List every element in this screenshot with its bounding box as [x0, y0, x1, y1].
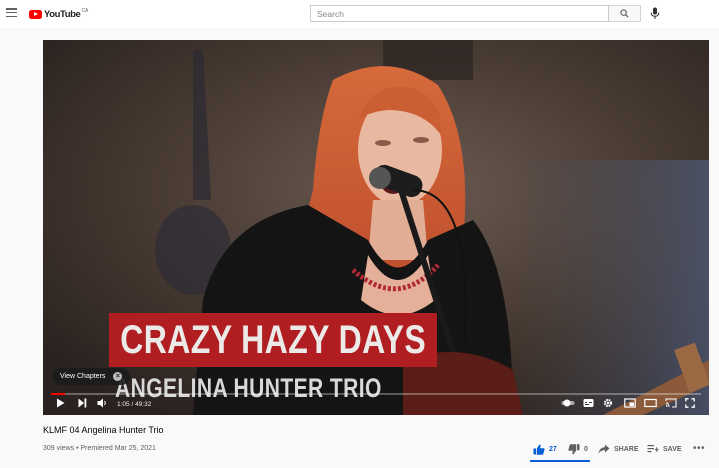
- autoplay-toggle-icon[interactable]: [561, 398, 577, 408]
- miniplayer-icon[interactable]: [624, 398, 636, 408]
- view-chapters-label: View Chapters: [60, 373, 106, 380]
- next-icon[interactable]: [78, 398, 87, 408]
- play-icon[interactable]: [56, 398, 65, 408]
- like-button[interactable]: 27: [533, 444, 557, 455]
- youtube-play-icon: [29, 9, 42, 19]
- logo-country-code: CA: [81, 8, 89, 14]
- like-ratio-bar: [530, 460, 590, 462]
- close-icon[interactable]: ×: [113, 372, 123, 381]
- time-display: 1:05 / 49:32: [117, 401, 152, 408]
- cast-icon[interactable]: [665, 398, 677, 408]
- search-icon: [620, 9, 629, 18]
- video-player[interactable]: CRAZY HAZY DAYS ANGELINA HUNTER TRIO Vie…: [43, 40, 709, 415]
- share-icon: [598, 444, 610, 454]
- thumbs-up-icon: [533, 444, 545, 455]
- more-actions-icon[interactable]: •••: [693, 443, 705, 454]
- add-to-playlist-icon: [647, 445, 659, 453]
- video-title-banner: CRAZY HAZY DAYS: [109, 313, 437, 367]
- logo-text: YouTube: [44, 8, 81, 20]
- dislike-button[interactable]: 0: [568, 444, 588, 455]
- gear-icon[interactable]: [603, 398, 613, 408]
- save-button[interactable]: SAVE: [647, 444, 682, 454]
- hamburger-menu-icon[interactable]: [6, 8, 17, 18]
- thumbs-down-icon: [568, 444, 580, 455]
- view-chapters-button[interactable]: View Chapters ×: [52, 368, 131, 385]
- player-controls: 1:05 / 49:32: [43, 395, 709, 415]
- search-input[interactable]: Search: [310, 5, 609, 22]
- fullscreen-icon[interactable]: [685, 398, 695, 408]
- theater-mode-icon[interactable]: [644, 398, 657, 408]
- youtube-logo[interactable]: YouTube CA: [29, 7, 88, 21]
- search-button[interactable]: [609, 5, 641, 22]
- microphone-icon[interactable]: [650, 7, 660, 20]
- masthead: YouTube CA Search: [0, 0, 719, 28]
- share-label: SHARE: [614, 445, 639, 453]
- dislike-count: 0: [584, 446, 588, 453]
- subtitles-icon[interactable]: [583, 398, 594, 408]
- video-title: KLMF 04 Angelina Hunter Trio: [43, 425, 164, 435]
- video-meta: 309 views • Premiered Mar 25, 2021: [43, 445, 156, 452]
- save-label: SAVE: [663, 445, 682, 453]
- like-count: 27: [549, 446, 557, 453]
- share-button[interactable]: SHARE: [598, 444, 639, 454]
- volume-icon[interactable]: [97, 398, 108, 408]
- banner-title-text: CRAZY HAZY DAYS: [120, 317, 426, 362]
